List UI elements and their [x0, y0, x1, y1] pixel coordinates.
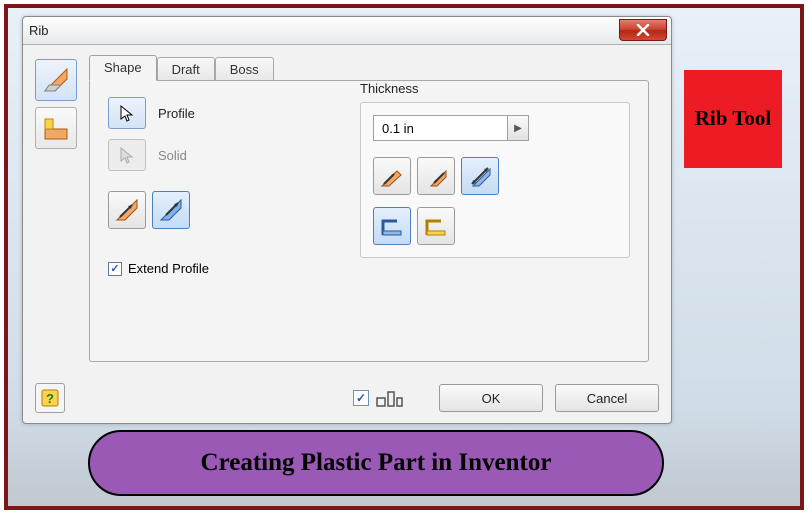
profile-select-button[interactable] — [108, 97, 146, 129]
extend-profile-checkbox[interactable] — [108, 262, 122, 276]
close-button[interactable] — [619, 19, 667, 41]
caption-annotation: Creating Plastic Part in Inventor — [88, 430, 664, 496]
rib-normal-icon — [41, 65, 71, 95]
preview-checkbox[interactable] — [353, 390, 369, 406]
flip-2-icon — [423, 163, 449, 189]
thickness-label: Thickness — [360, 81, 630, 96]
help-icon: ? — [40, 388, 60, 408]
extend-profile-label: Extend Profile — [128, 261, 209, 276]
titlebar: Rib — [23, 17, 671, 45]
shape-panel: Profile Solid — [89, 80, 649, 362]
side-annotation: Rib Tool — [684, 70, 782, 168]
svg-text:?: ? — [46, 391, 54, 406]
direction-1-button[interactable] — [108, 191, 146, 229]
direction-2-icon — [158, 197, 184, 223]
extent-to-next-button[interactable] — [373, 207, 411, 245]
thickness-flip-1-button[interactable] — [373, 157, 411, 195]
extent-finite-button[interactable] — [417, 207, 455, 245]
to-next-icon — [379, 213, 405, 239]
rib-sketch-icon — [41, 113, 71, 143]
thickness-input[interactable]: 0.1 in ▶ — [373, 115, 529, 141]
thickness-flyout[interactable]: ▶ — [507, 115, 529, 141]
direction-2-button[interactable] — [152, 191, 190, 229]
tab-draft[interactable]: Draft — [157, 57, 215, 82]
midplane-icon — [467, 163, 493, 189]
thickness-flip-2-button[interactable] — [417, 157, 455, 195]
flip-1-icon — [379, 163, 405, 189]
thickness-value[interactable]: 0.1 in — [373, 115, 507, 141]
cursor-icon — [118, 104, 136, 122]
preview-icon — [375, 387, 403, 409]
help-button[interactable]: ? — [35, 383, 65, 413]
thickness-mid-button[interactable] — [461, 157, 499, 195]
dialog-title: Rib — [29, 23, 49, 38]
solid-select-button — [108, 139, 146, 171]
tab-shape[interactable]: Shape — [89, 55, 157, 81]
ok-button[interactable]: OK — [439, 384, 543, 412]
tab-strip: Shape Draft Boss — [89, 55, 649, 80]
direction-1-icon — [114, 197, 140, 223]
rib-normal-mode-button[interactable] — [35, 59, 77, 101]
cancel-button[interactable]: Cancel — [555, 384, 659, 412]
solid-label: Solid — [158, 148, 187, 163]
cursor-disabled-icon — [118, 146, 136, 164]
rib-dialog: Rib — [22, 16, 672, 424]
finite-icon — [423, 213, 449, 239]
tab-boss[interactable]: Boss — [215, 57, 274, 82]
close-icon — [636, 24, 650, 36]
profile-label: Profile — [158, 106, 195, 121]
rib-sketch-mode-button[interactable] — [35, 107, 77, 149]
thickness-frame: 0.1 in ▶ — [360, 102, 630, 258]
